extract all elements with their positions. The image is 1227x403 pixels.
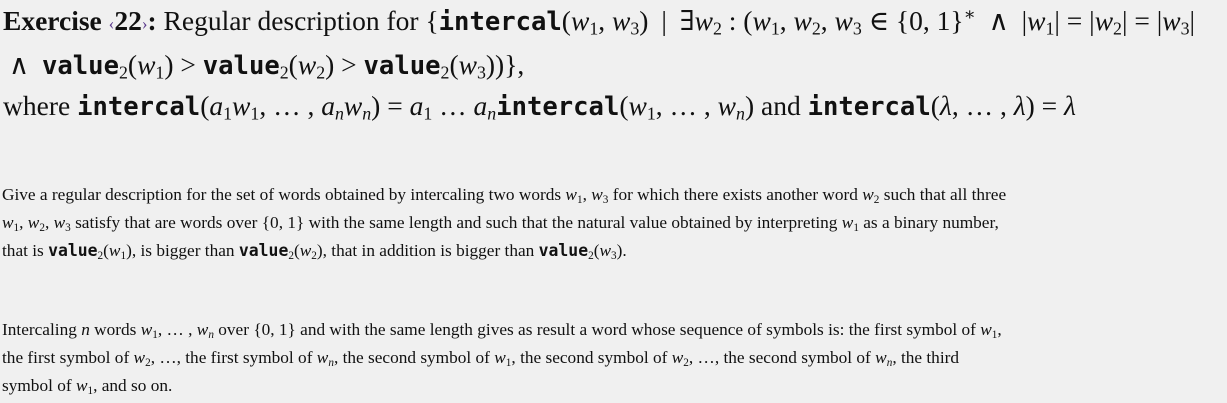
- exercise-label: Exercise: [3, 5, 102, 36]
- exercise-title: Regular description for: [163, 5, 419, 36]
- exercise-heading: Exercise ‹22›: Regular description for {…: [3, 4, 1196, 124]
- where-keyword: where: [3, 90, 71, 121]
- intercal-definition: intercal(a1w1, … , anwn) = a1 … aninterc…: [77, 90, 755, 124]
- and-keyword: and: [761, 90, 801, 121]
- exercise-description-paragraph: Give a regular description for the set o…: [2, 185, 1007, 262]
- exercise-number: 22: [114, 5, 142, 36]
- intercal-explanation-paragraph: Intercaling n words w1, … , wn over {0, …: [2, 320, 1002, 397]
- intercal-base-case: intercal(λ, … , λ) = λ: [807, 90, 1076, 122]
